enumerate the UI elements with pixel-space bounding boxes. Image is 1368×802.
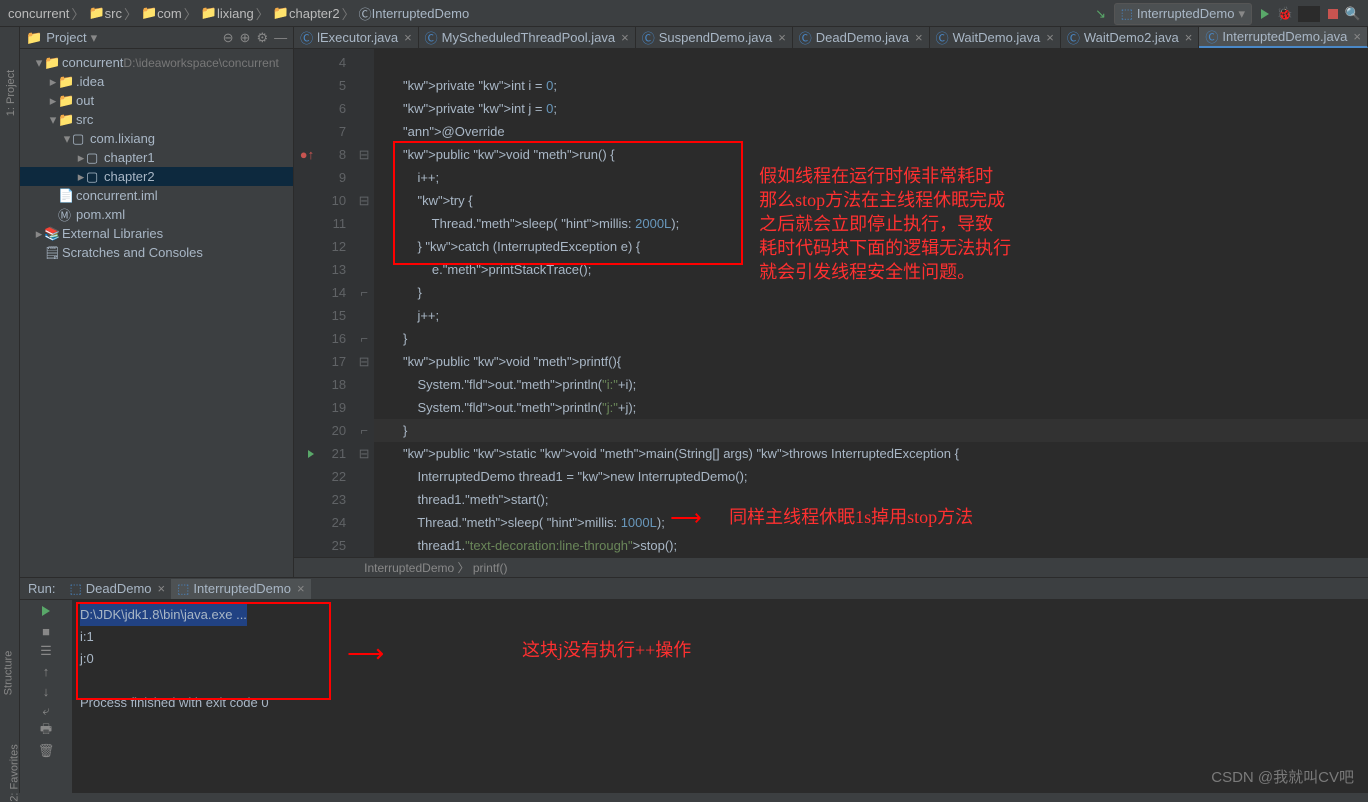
trash-icon[interactable]: 🗑: [39, 744, 53, 758]
run-icon[interactable]: [1258, 7, 1272, 21]
build-icon[interactable]: ↘: [1094, 7, 1108, 21]
tree-node[interactable]: Ⓜpom.xml: [20, 205, 293, 224]
run-config-dropdown[interactable]: ⬚InterruptedDemo ▾: [1114, 3, 1252, 25]
breadcrumb-item[interactable]: 📁 lixiang〉: [201, 4, 271, 23]
run-output[interactable]: ⟶ 这块j没有执行++操作 D:\JDK\jdk1.8\bin\java.exe…: [72, 600, 1368, 793]
code-line[interactable]: System."fld">out."meth">println("j:"+j);: [374, 396, 1368, 419]
run-panel-title: Run:: [28, 581, 55, 596]
tree-node[interactable]: ▾▢com.lixiang: [20, 129, 293, 148]
print-icon[interactable]: 🖶: [39, 724, 53, 738]
collapse-icon[interactable]: ⊖: [223, 30, 234, 46]
stop-run-icon[interactable]: ■: [39, 624, 53, 638]
breadcrumb-item[interactable]: concurrent〉: [8, 4, 86, 23]
code-editor[interactable]: 4567●↑8910111213141516171819202122232425…: [294, 49, 1368, 557]
code-line[interactable]: InterruptedDemo thread1 = "kw">new Inter…: [374, 465, 1368, 488]
close-icon[interactable]: ×: [1046, 30, 1054, 45]
annotation-arrow2: ⟶: [347, 638, 384, 669]
tree-node[interactable]: ▸📚External Libraries: [20, 224, 293, 243]
sidebar-structure-label[interactable]: Structure: [2, 651, 14, 696]
editor-tab[interactable]: ⒸWaitDemo2.java×: [1061, 27, 1200, 48]
close-icon[interactable]: ×: [297, 581, 305, 596]
code-line[interactable]: }: [374, 327, 1368, 350]
code-line[interactable]: "kw">private "kw">int i = 0;: [374, 74, 1368, 97]
code-line[interactable]: }: [374, 281, 1368, 304]
code-line[interactable]: j++;: [374, 304, 1368, 327]
code-line[interactable]: "kw">private "kw">int j = 0;: [374, 97, 1368, 120]
stop-icon[interactable]: [1326, 7, 1340, 21]
run-toolbar: ■ ☰ ↑ ↓ ⤶ 🖶 🗑: [20, 600, 72, 793]
select-opened-icon[interactable]: ⊕: [240, 30, 251, 46]
close-icon[interactable]: ×: [158, 581, 166, 596]
editor-tab[interactable]: ⒸSuspendDemo.java×: [636, 27, 793, 48]
run-tab[interactable]: ⬚DeadDemo ×: [63, 579, 171, 599]
tree-node[interactable]: 🗒Scratches and Consoles: [20, 243, 293, 262]
annotation-text1: 假如线程在运行时候非常耗时那么stop方法在主线程休眠完成之后就会立即停止执行，…: [759, 164, 1069, 284]
tree-node[interactable]: ▸▢chapter2: [20, 167, 293, 186]
left-toolbar: 1: Project Structure 2: Favorites: [0, 27, 20, 793]
breadcrumb-item[interactable]: 📁 src〉: [88, 4, 139, 23]
project-panel: 📁 Project ▾ ⊖ ⊕ ⚙ — ▾📁concurrent D:\idea…: [20, 27, 294, 577]
close-icon[interactable]: ×: [621, 30, 629, 45]
coverage-icon[interactable]: [1298, 6, 1320, 22]
breadcrumb-bar: concurrent〉 📁 src〉 📁 com〉 📁 lixiang〉 📁 c…: [0, 0, 1368, 27]
editor-tabs: ⒸlExecutor.java×ⒸMyScheduledThreadPool.j…: [294, 27, 1368, 49]
editor-tab[interactable]: ⒸlExecutor.java×: [294, 27, 419, 48]
code-line[interactable]: }: [374, 419, 1368, 442]
output-line: j:0: [80, 648, 1360, 670]
output-line: [80, 670, 1360, 692]
output-line: Process finished with exit code 0: [80, 692, 1360, 714]
breadcrumb-item[interactable]: 📁 chapter2〉: [273, 4, 357, 23]
tree-node[interactable]: ▾📁concurrent D:\ideaworkspace\concurrent: [20, 53, 293, 72]
close-icon[interactable]: ×: [404, 30, 412, 45]
code-line[interactable]: "kw">public "kw">void "meth">printf(){: [374, 350, 1368, 373]
close-icon[interactable]: ×: [915, 30, 923, 45]
code-line[interactable]: thread1."text-decoration:line-through">s…: [374, 534, 1368, 557]
tree-node[interactable]: ▸📁out: [20, 91, 293, 110]
editor-tab[interactable]: ⒸWaitDemo.java×: [930, 27, 1061, 48]
hide-icon[interactable]: —: [274, 30, 287, 45]
editor-breadcrumb[interactable]: InterruptedDemo 〉 printf(): [294, 557, 1368, 577]
code-line[interactable]: "kw">public "kw">static "kw">void "meth"…: [374, 442, 1368, 465]
code-line[interactable]: System."fld">out."meth">println("i:"+i);: [374, 373, 1368, 396]
project-title[interactable]: 📁 Project ▾: [26, 30, 223, 46]
sidebar-favorites-label[interactable]: 2: Favorites: [9, 744, 21, 801]
up-icon[interactable]: ↑: [39, 664, 53, 678]
breadcrumb-item[interactable]: Ⓒ InterruptedDemo: [359, 4, 470, 23]
wrap-icon[interactable]: ⤶: [39, 704, 53, 718]
breadcrumb-item[interactable]: 📁 com〉: [141, 4, 199, 23]
settings-icon[interactable]: ⚙: [256, 30, 268, 46]
editor-tab[interactable]: ⒸInterruptedDemo.java×: [1199, 27, 1368, 48]
watermark: CSDN @我就叫CV吧: [1211, 766, 1354, 787]
editor-tab[interactable]: ⒸDeadDemo.java×: [793, 27, 930, 48]
run-tab[interactable]: ⬚InterruptedDemo ×: [171, 579, 310, 599]
tree-node[interactable]: ▸📁.idea: [20, 72, 293, 91]
rerun-icon[interactable]: [39, 604, 53, 618]
tree-node[interactable]: ▸▢chapter1: [20, 148, 293, 167]
close-icon[interactable]: ×: [1353, 29, 1361, 44]
tree-node[interactable]: 📄concurrent.iml: [20, 186, 293, 205]
code-line[interactable]: "ann">@Override: [374, 120, 1368, 143]
annotation-arrow: ⟶: [670, 505, 702, 531]
tree-node[interactable]: ▾📁src: [20, 110, 293, 129]
search-icon[interactable]: 🔍: [1346, 7, 1360, 21]
layout-icon[interactable]: ☰: [39, 644, 53, 658]
editor-tab[interactable]: ⒸMyScheduledThreadPool.java×: [419, 27, 636, 48]
close-icon[interactable]: ×: [1185, 30, 1193, 45]
output-line: D:\JDK\jdk1.8\bin\java.exe ...: [80, 604, 1360, 626]
close-icon[interactable]: ×: [778, 30, 786, 45]
output-line: i:1: [80, 626, 1360, 648]
annotation-text3: 这块j没有执行++操作: [522, 638, 691, 662]
code-line[interactable]: [374, 51, 1368, 74]
sidebar-project-label[interactable]: 1: Project: [5, 70, 17, 116]
annotation-text2: 同样主线程休眠1s掉用stop方法: [729, 505, 973, 529]
code-line[interactable]: "kw">public "kw">void "meth">run() {: [374, 143, 1368, 166]
debug-icon[interactable]: 🐞: [1278, 7, 1292, 21]
down-icon[interactable]: ↓: [39, 684, 53, 698]
project-tree[interactable]: ▾📁concurrent D:\ideaworkspace\concurrent…: [20, 49, 293, 577]
